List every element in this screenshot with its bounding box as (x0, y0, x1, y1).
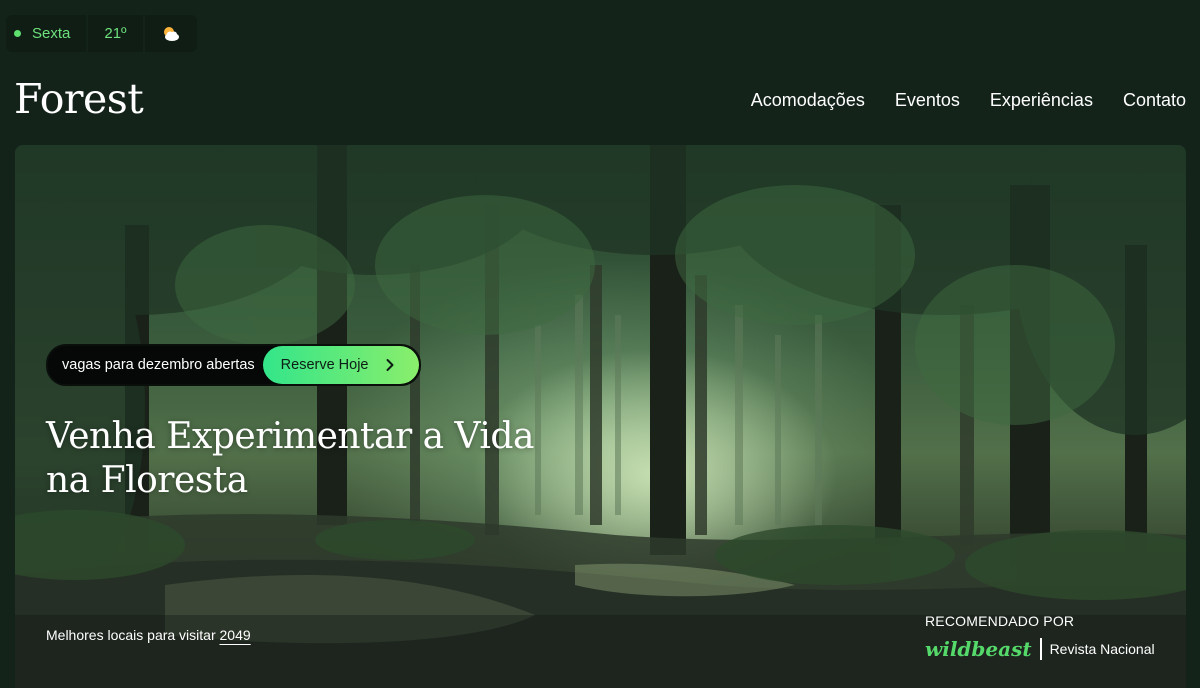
revista-nacional-label: Revista Nacional (1049, 641, 1155, 657)
best-places-line: Melhores locais para visitar 2049 (46, 627, 251, 643)
nav-contato[interactable]: Contato (1123, 88, 1186, 112)
chevron-right-icon (386, 359, 393, 371)
status-day-label: Sexta (32, 25, 71, 42)
status-day: Sexta (6, 15, 87, 52)
best-places-text: Melhores locais para visitar (46, 627, 216, 643)
status-dot-icon (14, 30, 21, 37)
brand-logo[interactable]: Forest (14, 74, 144, 124)
availability-text: vagas para dezembro abertas (62, 357, 255, 373)
availability-pill: vagas para dezembro abertas Reserve Hoje (46, 344, 421, 386)
page: Sexta 21º Forest Acomodações Eventos Exp… (0, 0, 1200, 688)
reserve-today-label: Reserve Hoje (280, 357, 369, 373)
hero-headline: Venha Experimentar a Vida na Floresta (46, 416, 534, 501)
logo-divider (1039, 638, 1042, 660)
nav-experiencias[interactable]: Experiências (990, 88, 1093, 112)
recommended-by: RECOMENDADO POR wildbeast Revista Nacion… (925, 613, 1155, 661)
recommended-label: RECOMENDADO POR (925, 613, 1075, 629)
status-temperature: 21º (88, 15, 143, 52)
nav-acomodacoes[interactable]: Acomodações (751, 88, 865, 112)
status-bar: Sexta 21º (6, 15, 199, 52)
reserve-today-button[interactable]: Reserve Hoje (262, 346, 419, 384)
partly-cloudy-icon (163, 26, 179, 41)
best-places-year-link[interactable]: 2049 (220, 627, 251, 643)
nav-eventos[interactable]: Eventos (895, 88, 960, 112)
status-weather (144, 15, 197, 52)
main-nav: Acomodações Eventos Experiências Contato (751, 88, 1186, 112)
recommended-logos: wildbeast Revista Nacional (925, 637, 1155, 661)
hero-banner: vagas para dezembro abertas Reserve Hoje… (15, 145, 1186, 688)
wildbeast-logo: wildbeast (925, 637, 1032, 661)
temperature-label: 21º (104, 25, 127, 42)
